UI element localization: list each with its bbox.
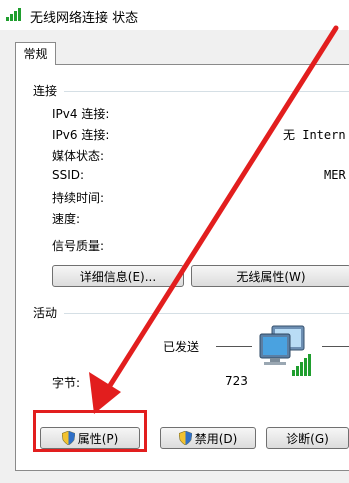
tab-general[interactable]: 常规 xyxy=(15,42,56,65)
ipv6-label: IPv6 连接: xyxy=(52,128,110,142)
details-button[interactable]: 详细信息(E)... xyxy=(52,265,184,287)
received-dash xyxy=(322,346,349,347)
window-title: 无线网络连接 状态 xyxy=(30,11,139,26)
shield-icon xyxy=(61,431,75,445)
wireless-properties-button[interactable]: 无线属性(W) xyxy=(191,265,349,287)
shield-icon xyxy=(178,431,192,445)
ipv4-label: IPv4 连接: xyxy=(52,107,110,121)
bytes-sent-value: 723 xyxy=(225,374,248,388)
ssid-value: MER xyxy=(324,168,346,182)
network-computers-icon xyxy=(259,325,311,376)
disable-button-label: 禁用(D) xyxy=(194,432,238,446)
duration-label: 持续时间: xyxy=(52,191,105,205)
ssid-label: SSID: xyxy=(52,168,85,182)
connection-divider xyxy=(64,91,349,92)
properties-button-label: 属性(P) xyxy=(77,432,119,446)
title-bar: 无线网络连接 状态 xyxy=(0,0,349,30)
disable-button[interactable]: 禁用(D) xyxy=(160,427,256,449)
ipv6-value: 无 Intern xyxy=(283,128,346,142)
activity-divider xyxy=(64,313,349,314)
speed-label: 速度: xyxy=(52,212,81,226)
sent-dash xyxy=(216,346,252,347)
sent-label: 已发送 xyxy=(163,340,200,354)
signal-quality-label: 信号质量: xyxy=(52,239,105,253)
activity-section-label: 活动 xyxy=(33,306,58,320)
properties-button[interactable]: 属性(P) xyxy=(40,427,140,449)
media-state-label: 媒体状态: xyxy=(52,149,105,163)
wifi-signal-icon xyxy=(6,7,26,21)
bytes-label: 字节: xyxy=(52,376,81,390)
diagnose-button[interactable]: 诊断(G) xyxy=(266,427,349,449)
connection-section-label: 连接 xyxy=(33,84,58,98)
